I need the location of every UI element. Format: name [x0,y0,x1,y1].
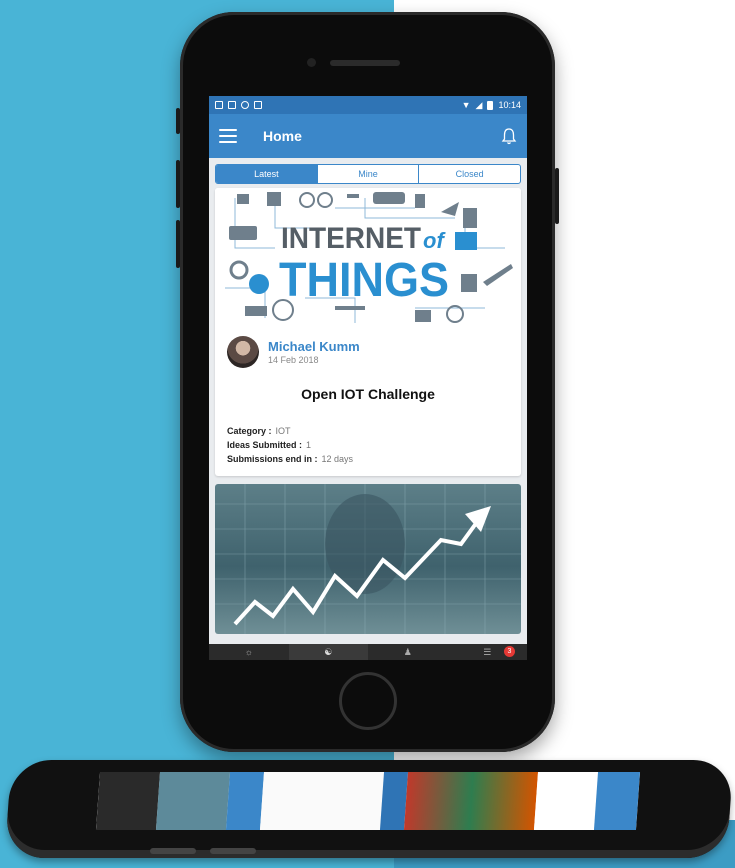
wifi-icon: ▼ [461,100,471,110]
landscape-side-button[interactable] [150,848,196,854]
tab-closed[interactable]: Closed [418,165,520,183]
meta-value: IOT [275,426,291,436]
app-bar: Home [209,114,527,158]
meta-label: Category : [227,426,272,436]
author-row: Michael Kumm 14 Feb 2018 [227,336,509,368]
people-icon: ♟ [403,646,412,657]
nav-item-notifications[interactable]: ☰ 3 [448,644,528,660]
page-title: Home [263,128,302,144]
screen-segment [225,772,265,830]
meta-category: Category : IOT [227,426,509,436]
menu-icon[interactable] [219,129,237,143]
notification-badge: 3 [504,646,515,657]
battery-icon [487,100,494,110]
home-button[interactable] [339,672,397,730]
nav-item-challenges[interactable]: ☯ [288,644,368,660]
meta-label: Submissions end in : [227,454,318,464]
volume-up-button[interactable] [176,160,180,208]
bulb-icon: ☼ [244,647,253,657]
power-button[interactable] [555,168,559,224]
signal-icon: ◢ [475,99,483,110]
meta-ideas-submitted: Ideas Submitted :1 [227,440,509,450]
screen-segment [155,772,231,830]
screen-segment [95,772,161,830]
landscape-side-button[interactable] [210,848,256,854]
tab-bar: Latest Mine Closed [215,164,521,184]
front-camera [307,58,316,67]
nav-item-teams[interactable]: ♟ [368,644,448,660]
meta-submissions-end: Submissions end in :12 days [227,454,509,464]
earpiece-speaker [330,60,400,66]
notification-icons [215,101,262,109]
app-icon [228,101,236,109]
author-info: Michael Kumm 14 Feb 2018 [268,339,360,365]
screen-segment [593,772,641,830]
tab-mine[interactable]: Mine [316,165,419,183]
system-icons: ▼ ◢ 10:14 [462,100,521,111]
challenge-card[interactable]: INTERNET of THINGS Michael Kumm 14 Feb 2… [215,188,521,476]
challenge-title[interactable]: Open IOT Challenge [227,386,509,402]
phone-screen: ▼ ◢ 10:14 Home Latest Mine Closed INTERN… [209,96,527,660]
clipboard-icon [254,101,262,109]
avatar[interactable] [227,336,259,368]
meta-label: Ideas Submitted : [227,440,303,450]
volume-down-button[interactable] [176,220,180,268]
card-body: Michael Kumm 14 Feb 2018 Open IOT Challe… [215,328,521,476]
group-icon: ☯ [324,646,333,657]
banner-of: of [423,228,446,253]
nav-item-ideas[interactable]: ☼ [209,644,289,660]
post-date: 14 Feb 2018 [268,355,319,365]
bell-icon[interactable] [501,127,517,145]
author-name[interactable]: Michael Kumm [268,339,360,354]
status-time: 10:14 [498,100,521,110]
mute-switch[interactable] [176,108,180,134]
meta-value: 12 days [321,454,354,464]
screen-segment [259,772,385,830]
iot-illustration: INTERNET of THINGS [215,188,521,328]
tab-latest[interactable]: Latest [216,165,317,183]
meta-value: 1 [306,440,312,450]
banner-things: THINGS [279,254,449,307]
challenge-card-image[interactable] [215,484,521,634]
screen-segment [533,772,599,830]
screen-segment [403,772,539,830]
banner-internet: INTERNET [281,222,421,255]
iot-banner-image: INTERNET of THINGS [215,188,521,328]
growth-chart-photo [215,484,521,634]
status-bar: ▼ ◢ 10:14 [209,96,527,114]
bottom-navigation: ☼ ☯ ♟ ☰ 3 [209,644,527,660]
sync-icon [241,101,249,109]
image-icon [215,101,223,109]
phone-landscape-screen [95,772,641,830]
list-icon: ☰ [483,646,492,657]
